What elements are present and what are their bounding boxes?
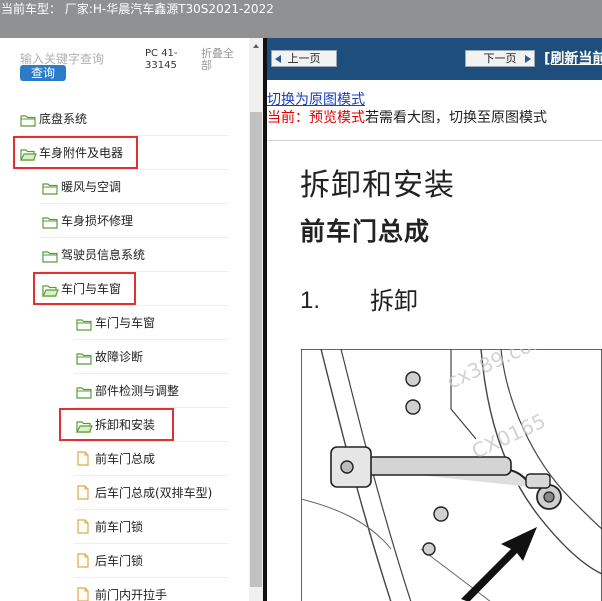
document-icon xyxy=(76,587,92,601)
step-title: 拆卸 xyxy=(370,287,418,315)
document-icon xyxy=(76,485,92,500)
tree-item[interactable]: 后车门总成(双排车型) xyxy=(0,476,250,510)
step-number: 1. xyxy=(300,287,321,314)
tree-item-label: 暖风与空调 xyxy=(61,180,122,194)
document-heading: 拆卸和安装 xyxy=(300,168,455,203)
next-page-label: 下一页 xyxy=(483,52,517,65)
refresh-link[interactable]: [刷新当前 xyxy=(544,50,602,68)
tree-item-label: 部件检测与调整 xyxy=(95,384,180,398)
tree-item[interactable]: 车门与车窗 xyxy=(0,272,250,306)
folder-icon xyxy=(42,248,58,263)
tree-item[interactable]: 车身附件及电器 xyxy=(0,136,250,170)
vehicle-title: 当前车型： 厂家:H-华晨汽车鑫源T30S2021-2022 xyxy=(1,2,274,16)
prev-page-label: 上一页 xyxy=(287,52,321,65)
tree-item[interactable]: 前门内开拉手 xyxy=(0,578,250,601)
top-header: 当前车型： 厂家:H-华晨汽车鑫源T30S2021-2022 xyxy=(0,0,602,38)
tree-item-label: 前车门锁 xyxy=(95,520,144,534)
page-navbar: 上一页 下一页 [刷新当前 xyxy=(267,38,602,80)
tree-item[interactable]: 暖风与空调 xyxy=(0,170,250,204)
scroll-thumb[interactable] xyxy=(250,112,262,587)
document-icon xyxy=(76,451,92,466)
tree-item[interactable]: 前车门锁 xyxy=(0,510,250,544)
right-arrow-icon xyxy=(525,55,531,63)
scroll-up-arrow-icon[interactable] xyxy=(249,38,263,52)
document-icon xyxy=(76,519,92,534)
left-arrow-icon xyxy=(275,55,281,63)
current-hint: 若需看大图，切换至原图模式 xyxy=(365,110,547,126)
folder-icon xyxy=(76,316,92,331)
tree-item[interactable]: 驾驶员信息系统 xyxy=(0,238,250,272)
tree-item-label: 前车门总成 xyxy=(95,452,156,466)
tree-item-label: 后车门总成(双排车型) xyxy=(95,486,213,500)
document-subheading: 前车门总成 xyxy=(300,217,431,246)
document-icon xyxy=(76,553,92,568)
tree-item-label: 车门与车窗 xyxy=(95,316,156,330)
left-panel: 查询 PC 41-33145 折叠全部 底盘系统车身附件及电器暖风与空调车身损坏… xyxy=(0,38,263,601)
tree-item[interactable]: 前车门总成 xyxy=(0,442,250,476)
tree-item[interactable]: 故障诊断 xyxy=(0,340,250,374)
folder-icon xyxy=(76,350,92,365)
current-mode-line: 当前：预览模式若需看大图，切换至原图模式 xyxy=(267,109,547,127)
document-preview: 拆卸和安装 前车门总成 1. 拆卸 cx389.com CX0165 xyxy=(267,140,602,601)
panel-divider xyxy=(263,38,267,601)
content-panel: 上一页 下一页 [刷新当前 切换为原图模式 当前：预览模式若需看大图，切换至原图… xyxy=(263,38,602,601)
tree-item-label: 故障诊断 xyxy=(95,350,144,364)
highlight-box xyxy=(33,272,136,305)
tree-item-label: 车身损坏修理 xyxy=(61,214,134,228)
tree-scrollbar[interactable] xyxy=(249,38,263,601)
tree-item[interactable]: 底盘系统 xyxy=(0,102,250,136)
tree-item-label: 底盘系统 xyxy=(39,112,88,126)
tree-item[interactable]: 后车门锁 xyxy=(0,544,250,578)
switch-original-mode-link[interactable]: 切换为原图模式 xyxy=(267,91,365,109)
tree-item-label: 后车门锁 xyxy=(95,554,144,568)
next-page-button[interactable]: 下一页 xyxy=(465,50,535,67)
highlight-box xyxy=(59,408,174,441)
tree-item-label: 前门内开拉手 xyxy=(95,588,168,601)
tree-item-label: 驾驶员信息系统 xyxy=(61,248,146,262)
tree-item[interactable]: 部件检测与调整 xyxy=(0,374,250,408)
highlight-box xyxy=(13,136,138,169)
folder-icon xyxy=(76,384,92,399)
prev-page-button[interactable]: 上一页 xyxy=(271,50,337,67)
folder-icon xyxy=(42,214,58,229)
door-hinge-figure: cx389.com CX0165 xyxy=(300,325,602,601)
collapse-all-button[interactable]: 折叠全部 xyxy=(201,48,243,72)
current-prefix: 当前： xyxy=(267,110,309,126)
folder-icon xyxy=(42,180,58,195)
tree-item[interactable]: 拆卸和安装 xyxy=(0,408,250,442)
folder-icon xyxy=(20,112,36,127)
current-mode: 预览模式 xyxy=(309,110,365,126)
pc-code-label: PC 41-33145 xyxy=(145,48,178,71)
door-check-strap-illustration: cx389.com CX0165 xyxy=(300,325,602,601)
tree-item[interactable]: 车门与车窗 xyxy=(0,306,250,340)
query-button[interactable]: 查询 xyxy=(20,65,66,81)
tree-item[interactable]: 车身损坏修理 xyxy=(0,204,250,238)
